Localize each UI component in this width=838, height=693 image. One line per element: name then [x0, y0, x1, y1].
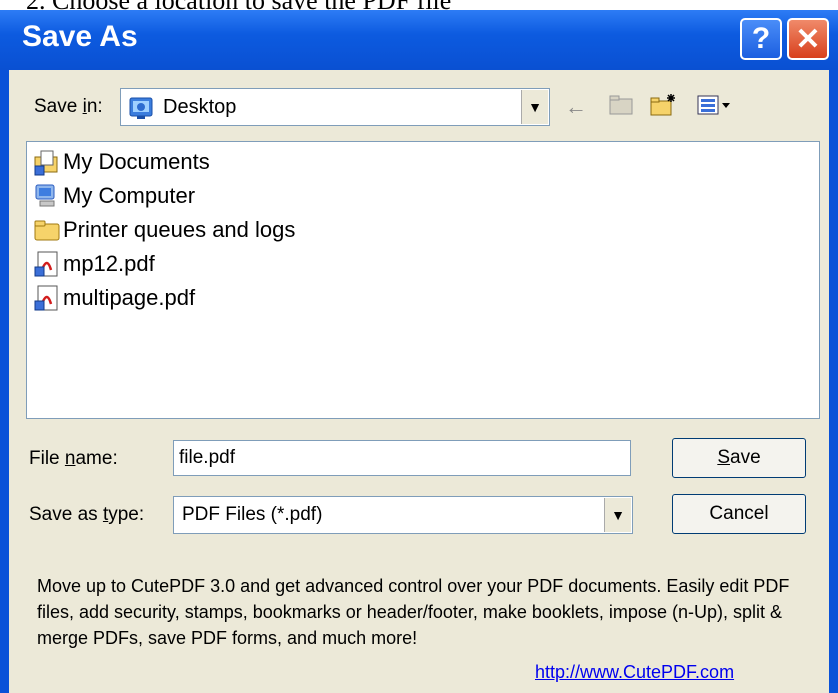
pdf-icon [34, 251, 58, 277]
promo-text: Move up to CutePDF 3.0 and get advanced … [37, 576, 790, 648]
cutepdf-link[interactable]: http://www.CutePDF.com [535, 662, 734, 683]
folder-up-icon[interactable] [609, 94, 633, 122]
folder-icon [34, 220, 60, 241]
save-button[interactable]: Save [672, 438, 806, 478]
pdf-icon [34, 285, 58, 311]
chevron-down-icon[interactable]: ▼ [521, 90, 548, 124]
file-name: mp12.pdf [63, 251, 155, 276]
chevron-down-icon[interactable]: ▼ [604, 498, 631, 532]
file-name-input[interactable]: file.pdf [173, 440, 631, 476]
list-item[interactable]: Printer queues and logs [33, 216, 295, 244]
my-computer-icon [35, 184, 55, 207]
save-in-value: Desktop [163, 96, 237, 118]
file-name: My Documents [63, 149, 210, 174]
new-folder-icon[interactable] [649, 92, 677, 124]
file-list[interactable]: My Documents My Computer Printer queues … [26, 141, 820, 419]
views-menu-icon[interactable] [697, 94, 733, 122]
file-name: multipage.pdf [63, 285, 196, 310]
help-button[interactable]: ? [740, 18, 782, 60]
dialog-body: Save in: Desktop ▼ ← My Documents My Com… [9, 70, 829, 693]
cancel-button[interactable]: Cancel [672, 494, 806, 534]
close-icon: ✕ [795, 22, 821, 56]
save-as-dialog: Save As ? ✕ Save in: Desktop ▼ ← My Docu… [0, 10, 838, 693]
save-as-type-dropdown[interactable]: PDF Files (*.pdf) ▼ [173, 496, 633, 534]
dialog-title: Save As [22, 20, 138, 53]
file-name-label: File name: [29, 448, 118, 469]
save-as-type-value: PDF Files (*.pdf) [182, 504, 323, 525]
file-name: Printer queues and logs [63, 217, 296, 242]
desktop-icon [129, 95, 155, 126]
save-in-dropdown[interactable]: Desktop ▼ [120, 88, 550, 126]
title-bar[interactable]: Save As ? ✕ [0, 10, 838, 70]
list-item[interactable]: My Documents [33, 148, 210, 176]
my-documents-icon [34, 150, 58, 176]
save-in-label: Save in: [34, 96, 103, 117]
list-item[interactable]: My Computer [33, 182, 195, 210]
close-button[interactable]: ✕ [787, 18, 829, 60]
save-as-type-label: Save as type: [29, 504, 145, 525]
help-icon: ? [751, 22, 771, 55]
file-name: My Computer [63, 183, 196, 208]
list-item[interactable]: multipage.pdf [33, 284, 195, 312]
back-icon[interactable]: ← [565, 94, 587, 120]
list-item[interactable]: mp12.pdf [33, 250, 155, 278]
